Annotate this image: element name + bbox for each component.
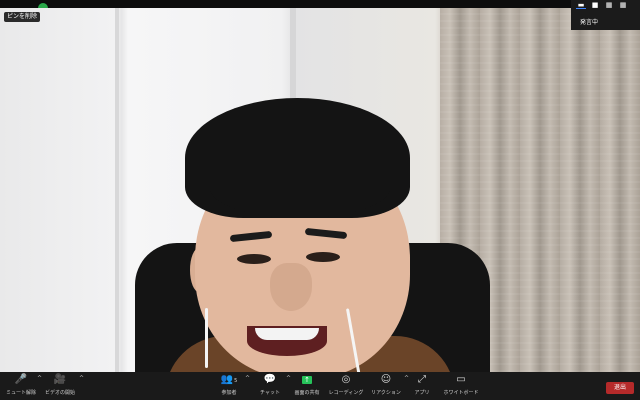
mute-label: ミュート解除 xyxy=(6,390,37,396)
participants-button[interactable]: 👥5 参加者 ^ xyxy=(214,372,250,400)
meeting-toolbar: 🎤 ミュート解除 ^ 🎥 ビデオの開始 ^ 👥5 参加者 ^ 💬 チャット ^ … xyxy=(0,372,640,400)
chevron-up-icon[interactable]: ^ xyxy=(286,375,291,382)
multi-grid-view-icon[interactable]: ▦ xyxy=(618,2,628,9)
person-left-eye xyxy=(237,254,271,264)
grid-view-icon[interactable]: ▦ xyxy=(604,2,614,9)
chat-bubble-icon: 💬 xyxy=(263,374,277,385)
chevron-up-icon[interactable]: ^ xyxy=(245,375,250,382)
video-label: ビデオの開始 xyxy=(44,390,75,396)
reactions-label: リアクション xyxy=(371,390,401,396)
mute-button[interactable]: 🎤 ミュート解除 ^ xyxy=(6,372,42,400)
video-feed xyxy=(0,8,640,372)
person-right-eye xyxy=(306,252,340,262)
chevron-up-icon[interactable]: ^ xyxy=(404,375,409,382)
unpin-button[interactable]: ピンを削除 xyxy=(4,12,41,22)
gallery-view-icon[interactable]: ■ xyxy=(590,2,600,9)
share-screen-icon: ↑ xyxy=(302,376,312,384)
record-button[interactable]: ◎ レコーディング xyxy=(328,372,364,400)
earphone-wire-left xyxy=(205,308,208,368)
record-icon: ◎ xyxy=(341,374,351,385)
person-teeth xyxy=(255,328,319,340)
view-switcher: ▬ ■ ▦ ▦ 発言中 xyxy=(571,0,640,30)
whiteboard-icon: ▭ xyxy=(456,374,466,385)
people-icon: 👥5 xyxy=(220,374,238,385)
speaker-view-label: 発言中 xyxy=(580,19,599,26)
participants-count: 5 xyxy=(234,378,238,384)
mic-muted-icon: 🎤 xyxy=(14,374,28,385)
window-top-bar xyxy=(0,0,640,8)
record-label: レコーディング xyxy=(328,390,364,396)
leave-meeting-button[interactable]: 退出 xyxy=(606,382,634,394)
apps-label: アプリ xyxy=(414,390,430,396)
start-video-button[interactable]: 🎥 ビデオの開始 ^ xyxy=(42,372,84,400)
participants-label: 参加者 xyxy=(221,390,237,396)
person-hair-fringe xyxy=(210,158,390,218)
whiteboard-button[interactable]: ▭ ホワイトボード xyxy=(441,372,481,400)
chat-button[interactable]: 💬 チャット ^ xyxy=(255,372,291,400)
camera-off-icon: 🎥 xyxy=(53,374,67,385)
active-view-indicator xyxy=(576,8,586,9)
share-label: 画面の共有 xyxy=(294,390,320,396)
person-nose xyxy=(270,263,312,311)
whiteboard-label: ホワイトボード xyxy=(443,390,479,396)
apps-button[interactable]: ⤢ アプリ xyxy=(412,372,432,400)
background-door-frame xyxy=(115,8,119,372)
apps-icon: ⤢ xyxy=(418,374,426,385)
emoji-icon: ☺ xyxy=(380,374,392,385)
chevron-up-icon[interactable]: ^ xyxy=(79,375,84,382)
chat-label: チャット xyxy=(260,390,280,396)
share-screen-button[interactable]: ↑ 画面の共有 xyxy=(292,372,322,400)
reactions-button[interactable]: ☺ リアクション ^ xyxy=(369,372,409,400)
